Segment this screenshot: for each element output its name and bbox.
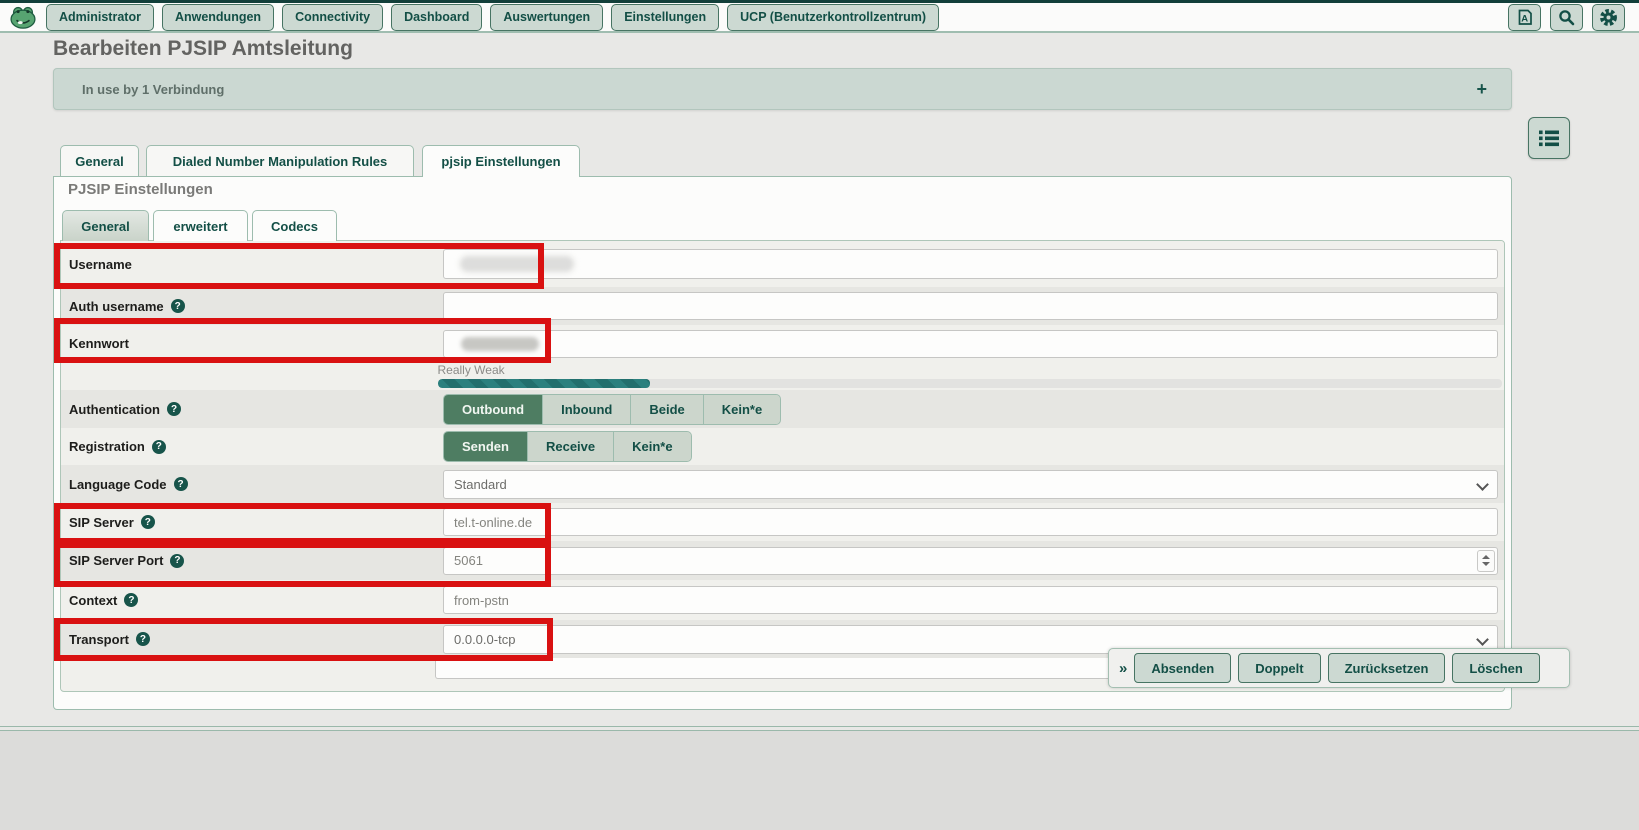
row-username: Username (61, 241, 1504, 287)
subtab-erweitert[interactable]: erweitert (153, 210, 248, 241)
svg-text:A: A (1521, 13, 1528, 24)
help-icon[interactable]: ? (152, 440, 166, 454)
row-password-strength: Really Weak (61, 362, 1504, 390)
username-redacted-value (461, 257, 573, 271)
loeschen-button[interactable]: Löschen (1452, 653, 1539, 683)
doppelt-button[interactable]: Doppelt (1238, 653, 1320, 683)
authentication-button-group: Outbound Inbound Beide Kein*e (443, 394, 781, 425)
registration-label: Registration (69, 439, 145, 454)
row-authentication: Authentication ? Outbound Inbound Beide … (61, 390, 1504, 428)
tab-pjsip-einstellungen[interactable]: pjsip Einstellungen (422, 145, 580, 177)
spinner-up-icon (1482, 555, 1490, 559)
sip-server-port-input[interactable] (443, 547, 1498, 575)
subtab-general[interactable]: General (62, 210, 149, 241)
sip-server-port-label: SIP Server Port (69, 553, 163, 568)
username-label: Username (69, 257, 132, 272)
help-icon[interactable]: ? (136, 632, 150, 646)
row-auth-username: Auth username ? (61, 287, 1504, 325)
kennwort-redacted-value (461, 337, 539, 351)
gear-icon (1599, 8, 1618, 27)
subtab-codecs[interactable]: Codecs (252, 210, 337, 241)
zuruecksetzen-button[interactable]: Zurücksetzen (1328, 653, 1446, 683)
row-context: Context ? (61, 580, 1504, 620)
menu-connectivity[interactable]: Connectivity (282, 4, 383, 31)
username-input[interactable] (443, 249, 1498, 279)
row-registration: Registration ? Senden Receive Kein*e (61, 428, 1504, 465)
page-title: Bearbeiten PJSIP Amtsleitung (53, 37, 353, 61)
authentication-option-keine[interactable]: Kein*e (704, 395, 780, 424)
row-sip-server-port: SIP Server Port ? (61, 541, 1504, 580)
sip-server-input[interactable] (443, 508, 1498, 536)
main-menu: Administrator Anwendungen Connectivity D… (46, 4, 939, 31)
language-icon: A (1516, 9, 1534, 26)
section-heading: PJSIP Einstellungen (68, 181, 213, 198)
auth-username-input[interactable] (443, 292, 1498, 320)
registration-button-group: Senden Receive Kein*e (443, 431, 692, 462)
usage-banner-text: In use by 1 Verbindung (82, 82, 224, 97)
kennwort-input[interactable] (443, 330, 1498, 358)
language-code-select[interactable]: Standard (443, 470, 1498, 499)
password-strength-meter (438, 379, 1502, 388)
kennwort-label: Kennwort (69, 336, 129, 351)
authentication-option-beide[interactable]: Beide (631, 395, 703, 424)
auth-username-label: Auth username (69, 299, 164, 314)
help-icon[interactable]: ? (124, 593, 138, 607)
sip-server-label: SIP Server (69, 515, 134, 530)
menu-administrator[interactable]: Administrator (46, 4, 154, 31)
list-icon (1539, 130, 1559, 147)
transport-label: Transport (69, 632, 129, 647)
help-icon[interactable]: ? (170, 554, 184, 568)
search-icon (1558, 9, 1575, 26)
freepbx-frog-logo-icon[interactable] (10, 5, 36, 29)
help-icon[interactable]: ? (174, 477, 188, 491)
menu-auswertungen[interactable]: Auswertungen (490, 4, 603, 31)
registration-option-senden[interactable]: Senden (444, 432, 528, 461)
password-strength-fill (438, 379, 651, 388)
context-input[interactable] (443, 586, 1498, 614)
transport-value: 0.0.0.0-tcp (454, 632, 515, 647)
chevron-down-icon (1476, 478, 1489, 491)
menu-ucp[interactable]: UCP (Benutzerkontrollzentrum) (727, 4, 939, 31)
row-kennwort: Kennwort (61, 325, 1504, 362)
password-strength-label: Really Weak (438, 363, 1502, 377)
authentication-option-outbound[interactable]: Outbound (444, 395, 543, 424)
settings-button[interactable] (1592, 4, 1625, 31)
absenden-button[interactable]: Absenden (1134, 653, 1231, 683)
registration-option-receive[interactable]: Receive (528, 432, 614, 461)
top-navbar: Administrator Anwendungen Connectivity D… (0, 0, 1639, 33)
expand-plus-icon[interactable]: + (1476, 79, 1487, 100)
help-icon[interactable]: ? (141, 515, 155, 529)
action-bar: » Absenden Doppelt Zurücksetzen Löschen (1108, 648, 1570, 688)
menu-dashboard[interactable]: Dashboard (391, 4, 482, 31)
context-label: Context (69, 593, 117, 608)
row-language-code: Language Code ? Standard (61, 465, 1504, 503)
spinner-down-icon (1482, 562, 1490, 566)
registration-option-keine[interactable]: Kein*e (614, 432, 690, 461)
help-icon[interactable]: ? (167, 402, 181, 416)
language-button[interactable]: A (1508, 4, 1541, 31)
row-sip-server: SIP Server ? (61, 503, 1504, 541)
pjsip-settings-form: Username Auth username ? Kennwort (60, 240, 1505, 692)
authentication-label: Authentication (69, 402, 160, 417)
number-spinner[interactable] (1477, 550, 1495, 572)
search-button[interactable] (1550, 4, 1583, 31)
language-code-value: Standard (454, 477, 507, 492)
footer: freePBX FreePBX ist ein geschützter Mark… (0, 731, 1639, 830)
usage-banner[interactable]: In use by 1 Verbindung + (53, 68, 1512, 110)
help-icon[interactable]: ? (171, 299, 185, 313)
sidebar-toggle-button[interactable] (1528, 117, 1570, 159)
authentication-option-inbound[interactable]: Inbound (543, 395, 631, 424)
language-code-label: Language Code (69, 477, 167, 492)
navbar-right-icons: A (1508, 4, 1625, 31)
tab-general[interactable]: General (60, 145, 139, 176)
tab-dialed-number-manipulation-rules[interactable]: Dialed Number Manipulation Rules (146, 145, 414, 176)
freepbx-admin-screen: Administrator Anwendungen Connectivity D… (0, 0, 1639, 830)
menu-anwendungen[interactable]: Anwendungen (162, 4, 274, 31)
chevron-down-icon (1476, 633, 1489, 646)
menu-einstellungen[interactable]: Einstellungen (611, 4, 719, 31)
collapse-chevron-icon[interactable]: » (1119, 660, 1127, 677)
